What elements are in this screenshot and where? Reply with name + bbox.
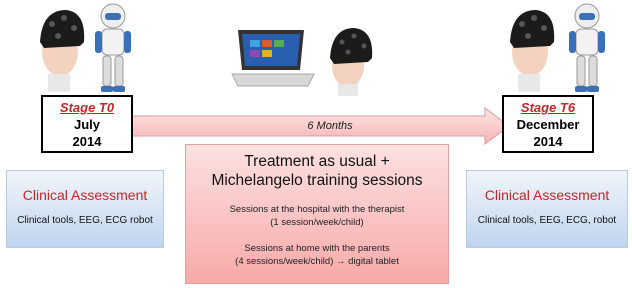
child-eeg-cap-icon [510, 10, 555, 92]
clinical-assessment-tools: Clinical tools, EEG, ECG robot [17, 215, 153, 226]
stage-t6-month: December [516, 117, 580, 132]
stage-t0-title: Stage T0 [59, 100, 115, 115]
hospital-sessions-frequency: (1 session/week/child) [270, 216, 364, 228]
stage-t0-month: July [73, 117, 100, 132]
stage-t0-box: Stage T0 July 2014 [41, 95, 133, 153]
child-eeg-cap-icon [40, 10, 85, 92]
clinical-assessment-box-left: Clinical Assessment Clinical tools, EEG,… [6, 170, 164, 248]
stage-t6-year: 2014 [533, 134, 563, 149]
treatment-title-line2: Michelangelo training sessions [211, 172, 423, 189]
stage-t6-box: Stage T6 December 2014 [502, 95, 594, 153]
humanoid-robot-icon [95, 3, 131, 92]
home-sessions-frequency: (4 sessions/week/child) → digital tablet [235, 255, 399, 267]
humanoid-robot-icon [569, 3, 605, 92]
duration-label: 6 Months [307, 120, 353, 132]
treatment-title: Treatment as usual + Michelangelo traini… [186, 152, 448, 190]
clinical-assessment-box-right: Clinical Assessment Clinical tools, EEG,… [466, 170, 628, 248]
clinical-assessment-tools: Clinical tools, EEG, ECG, robot [477, 215, 617, 226]
treatment-box: Treatment as usual + Michelangelo traini… [185, 144, 449, 284]
clinical-assessment-title: Clinical Assessment [484, 187, 610, 203]
treatment-title-line1: Treatment as usual + [244, 153, 390, 170]
home-sessions-text: Sessions at home with the parents [244, 243, 390, 254]
stage-t0-year: 2014 [72, 134, 102, 149]
stage-t6-title: Stage T6 [520, 100, 576, 115]
hospital-sessions-text: Sessions at the hospital with the therap… [229, 204, 405, 215]
clinical-assessment-title: Clinical Assessment [22, 187, 148, 203]
child-eeg-cap-icon [330, 28, 373, 96]
tablet-computer-icon [231, 30, 315, 87]
